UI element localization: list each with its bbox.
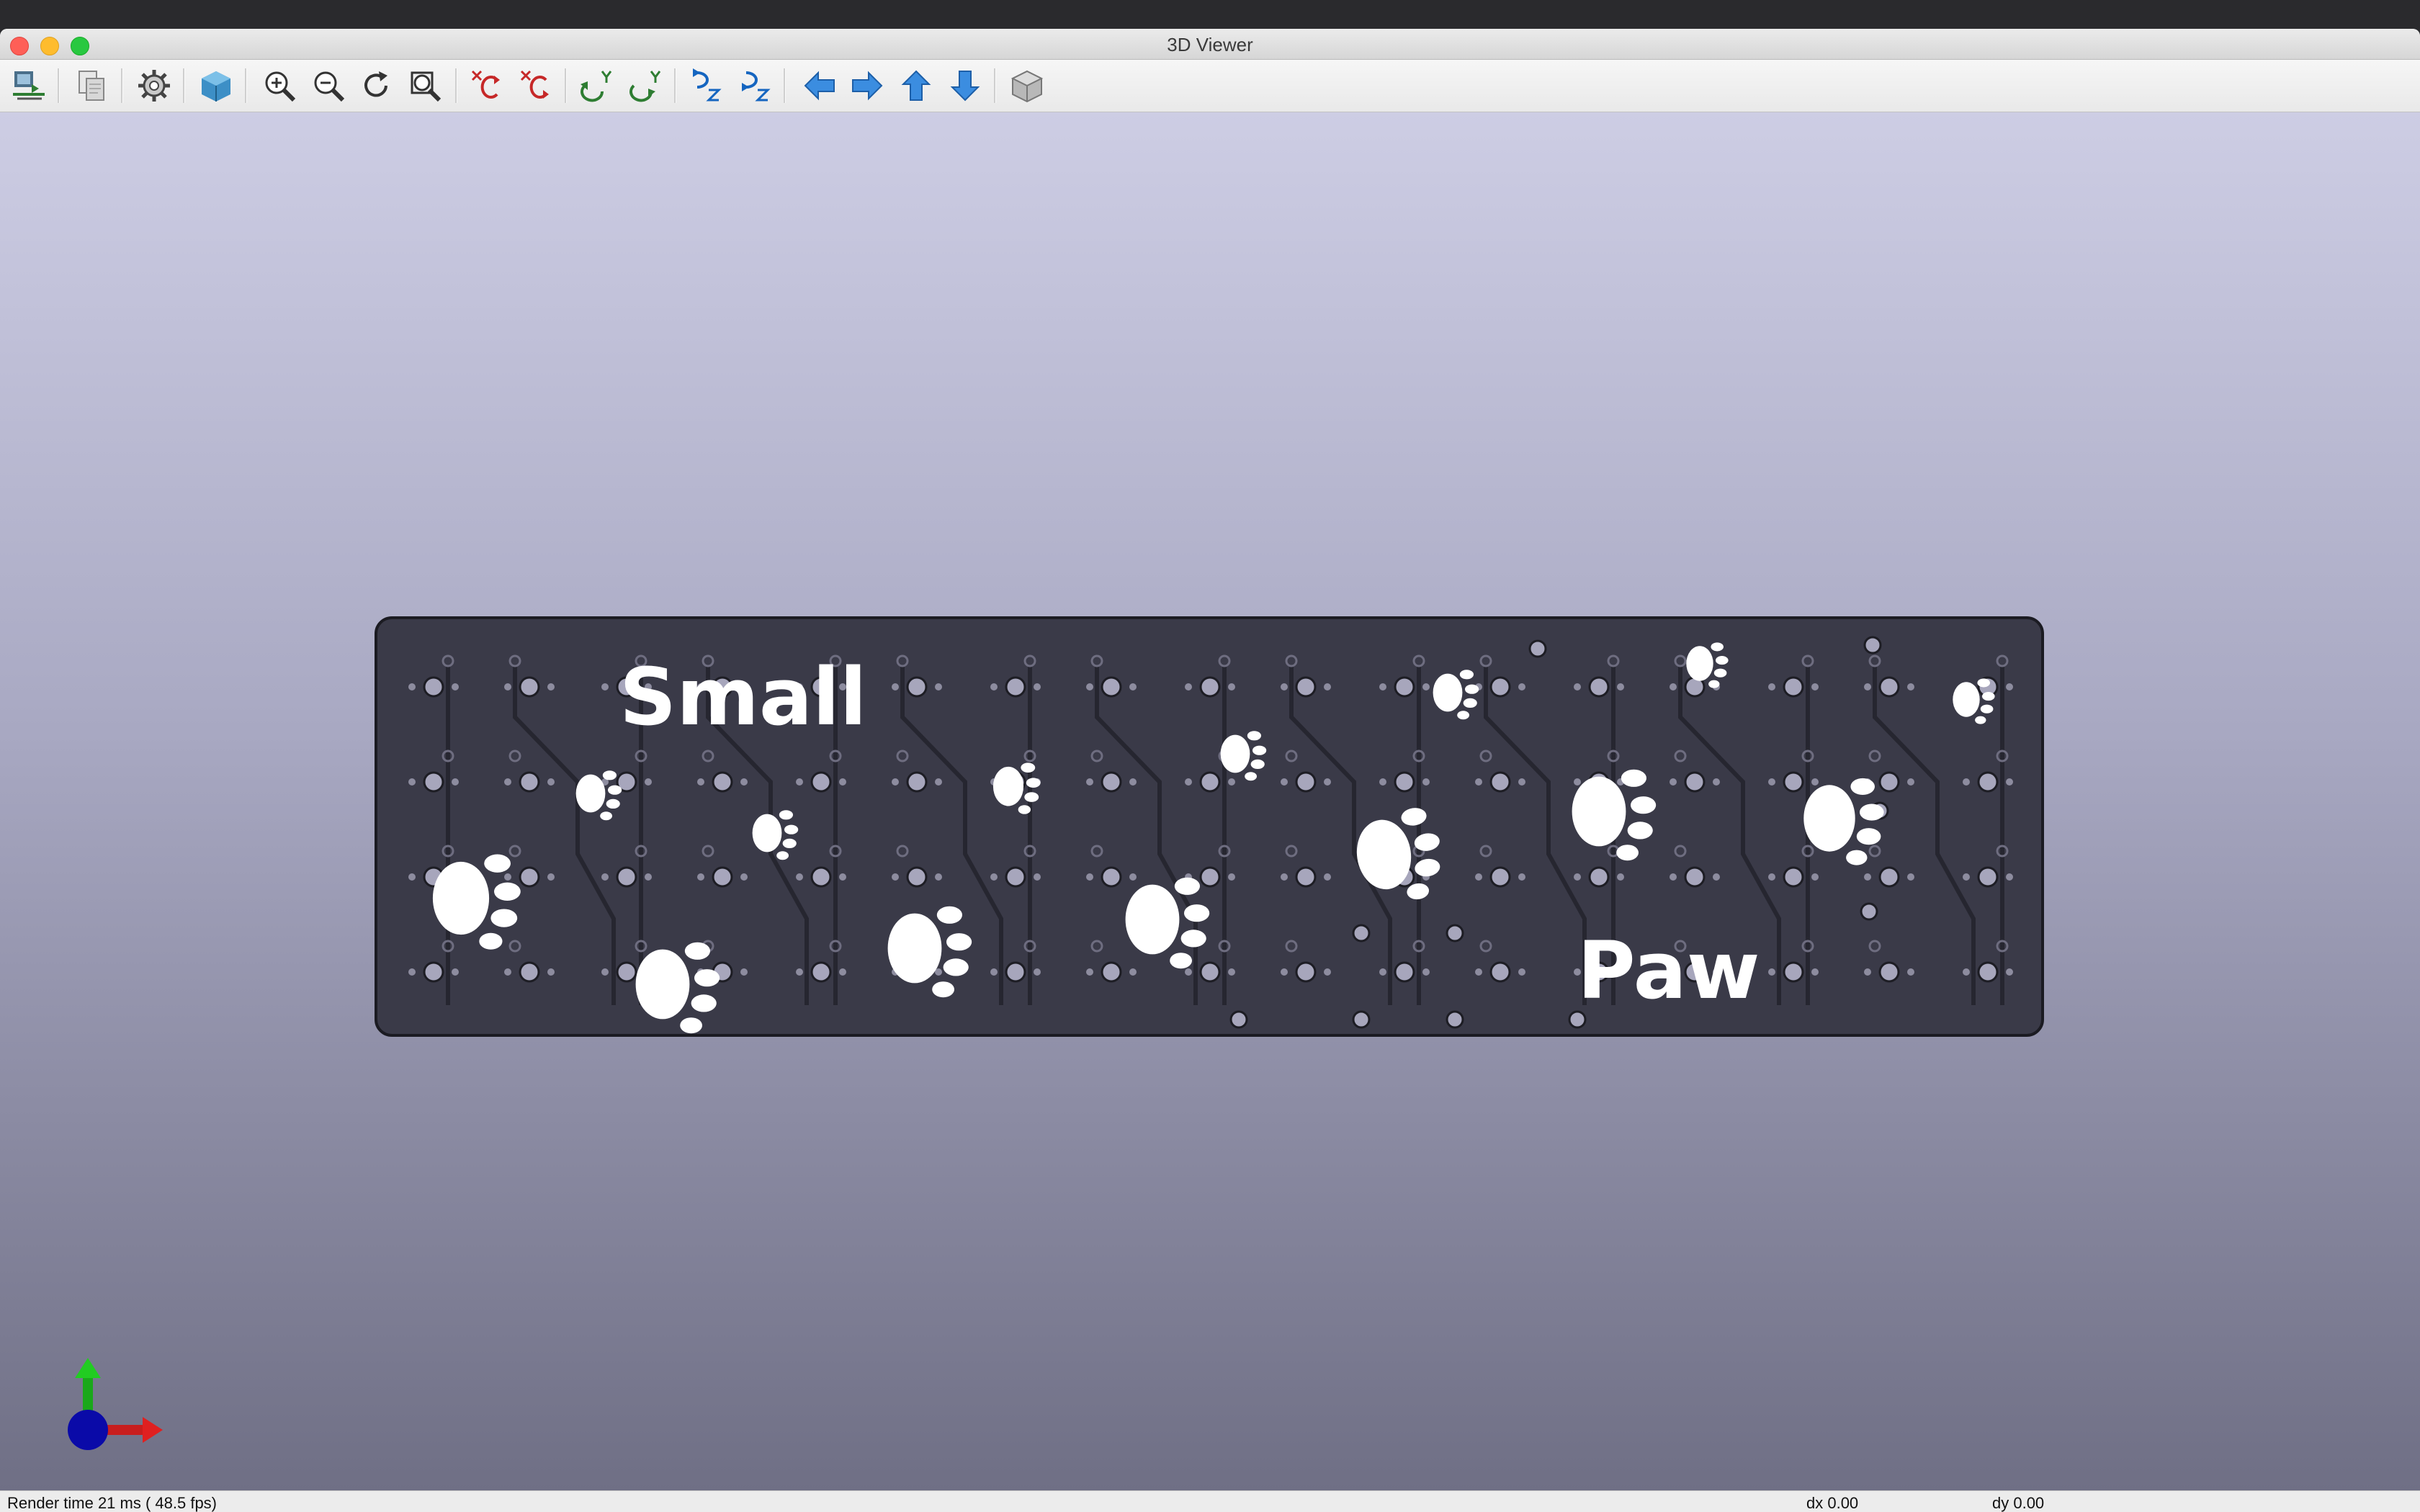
window-title: 3D Viewer <box>1167 34 1253 55</box>
macos-menubar <box>0 0 2420 29</box>
toolbar-separator <box>121 68 123 103</box>
reload-board-icon[interactable] <box>9 66 49 106</box>
silkscreen-text-small: Small <box>619 651 866 743</box>
settings-gear-icon[interactable] <box>134 66 174 106</box>
toolbar-separator <box>784 68 786 103</box>
zoom-in-icon[interactable] <box>259 66 300 106</box>
toolbar-separator <box>994 68 996 103</box>
dy-readout: dy 0.00 <box>1992 1494 2045 1512</box>
pan-up-icon[interactable] <box>896 66 936 106</box>
silkscreen-text-paw: Paw <box>1577 924 1760 1017</box>
pan-right-icon[interactable] <box>847 66 887 106</box>
pan-left-icon[interactable] <box>799 66 840 106</box>
rotate-z-cw-icon[interactable] <box>686 66 726 106</box>
pan-down-icon[interactable] <box>945 66 985 106</box>
toolbar-separator <box>455 68 457 103</box>
title-bar[interactable]: 3D Viewer <box>0 29 2420 60</box>
toolbar-separator <box>565 68 567 103</box>
redraw-icon[interactable] <box>356 66 396 106</box>
status-bar: Render time 21 ms ( 48.5 fps) dx 0.00 dy… <box>0 1490 2420 1512</box>
rotate-x-cw-icon[interactable] <box>467 66 507 106</box>
toolbar-separator <box>183 68 185 103</box>
raytrace-cube-icon[interactable] <box>196 66 236 106</box>
rotate-z-ccw-icon[interactable] <box>735 66 775 106</box>
toolbar-separator <box>674 68 676 103</box>
copy-image-icon[interactable] <box>72 66 112 106</box>
ortho-toggle-icon[interactable] <box>1007 66 1047 106</box>
pcb-board[interactable]: Small Paw <box>375 616 2044 1037</box>
toolbar-separator <box>245 68 247 103</box>
3d-viewport[interactable]: Small Paw <box>0 112 2420 1490</box>
zoom-out-icon[interactable] <box>308 66 349 106</box>
toolbar <box>0 60 2420 112</box>
viewer-window: 3D Viewer Small Paw Render time 21 ms (… <box>0 29 2420 1512</box>
toolbar-separator <box>58 68 60 103</box>
dx-readout: dx 0.00 <box>1806 1494 1859 1512</box>
rotate-y-cw-icon[interactable] <box>576 66 617 106</box>
rotate-y-ccw-icon[interactable] <box>625 66 666 106</box>
render-time-text: Render time 21 ms ( 48.5 fps) <box>7 1494 218 1512</box>
zoom-fit-icon[interactable] <box>405 66 445 106</box>
axis-gizmo <box>68 1358 163 1450</box>
rotate-x-ccw-icon[interactable] <box>516 66 556 106</box>
